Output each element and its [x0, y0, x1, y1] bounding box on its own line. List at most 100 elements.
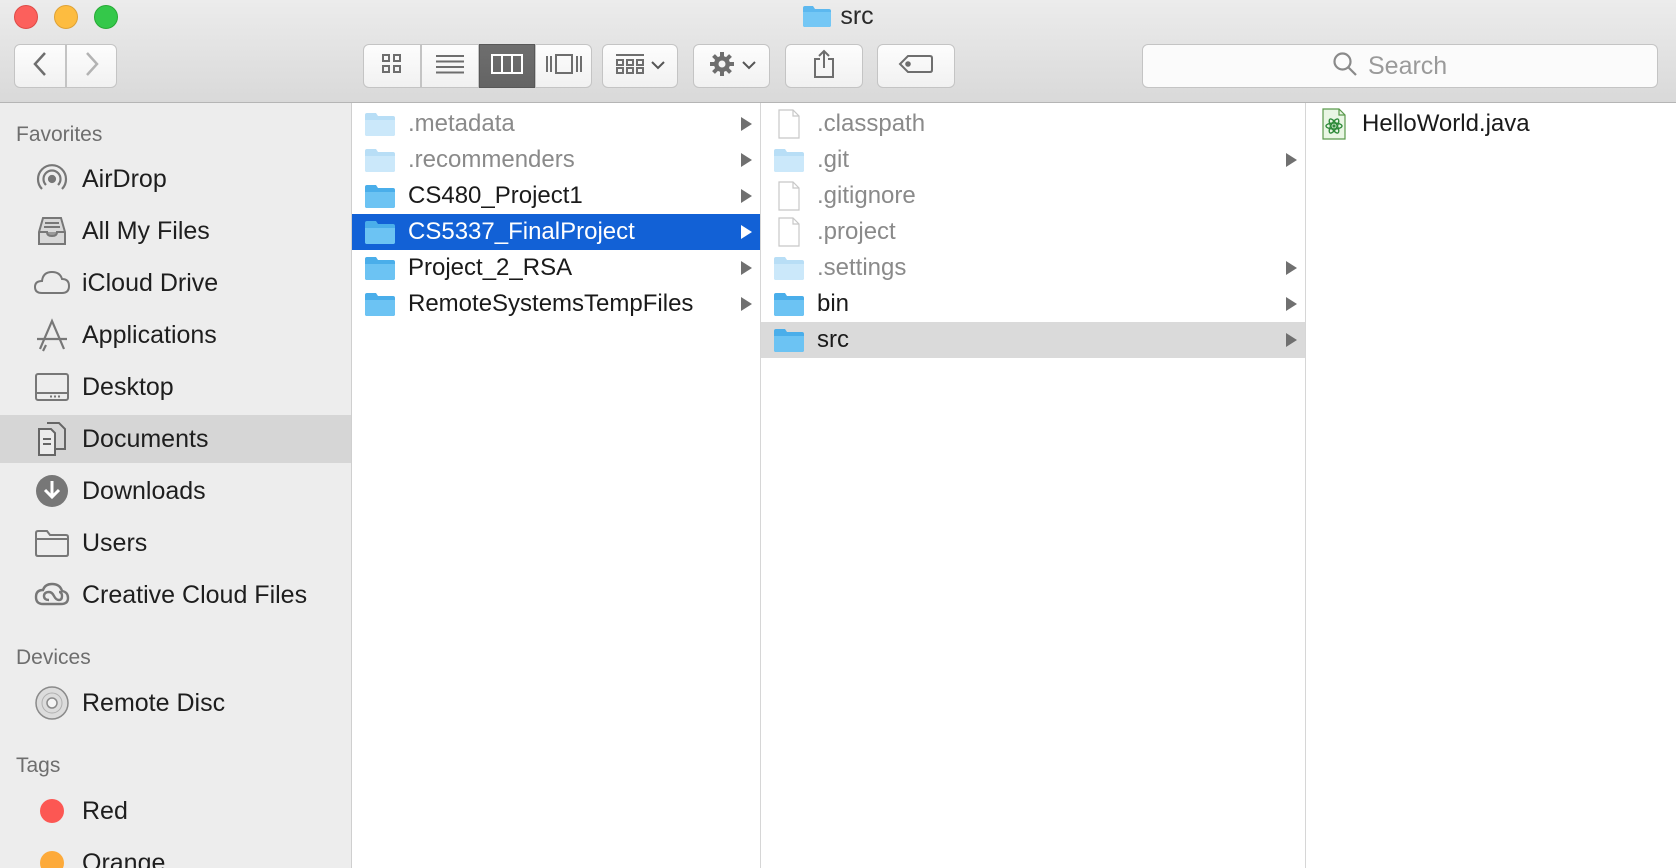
item-label: CS5337_FinalProject — [408, 218, 635, 245]
gear-icon — [708, 50, 736, 83]
sidebar-item-label: iCloud Drive — [82, 268, 219, 297]
edit-tags-button[interactable] — [877, 44, 955, 88]
sidebar-tag-red[interactable]: Red — [0, 787, 351, 835]
document-icon — [773, 109, 805, 139]
creative-cloud-icon — [33, 576, 71, 614]
sidebar-item-label: Desktop — [82, 372, 174, 401]
sidebar-item-users[interactable]: Users — [0, 519, 351, 567]
item-label: .gitignore — [817, 182, 916, 209]
sidebar: Favorites AirDrop All My Files iCloud Dr… — [0, 103, 352, 868]
sidebar-item-creative-cloud-files[interactable]: Creative Cloud Files — [0, 571, 351, 619]
folder-icon — [802, 4, 832, 35]
list-icon — [435, 53, 465, 80]
sidebar-item-downloads[interactable]: Downloads — [0, 467, 351, 515]
folder-item-recommenders[interactable]: .recommenders — [352, 142, 760, 178]
disclosure-arrow-icon — [741, 261, 752, 275]
sidebar-item-label: Downloads — [82, 476, 206, 505]
folder-item-src[interactable]: src — [761, 322, 1305, 358]
sidebar-item-label: Remote Disc — [82, 688, 226, 717]
file-item-project[interactable]: .project — [761, 214, 1305, 250]
disclosure-arrow-icon — [741, 297, 752, 311]
list-view-button[interactable] — [421, 44, 479, 88]
downloads-icon — [33, 472, 71, 510]
sidebar-item-all-my-files[interactable]: All My Files — [0, 207, 351, 255]
desktop-icon — [33, 368, 71, 406]
java-file-icon — [1318, 108, 1350, 140]
tag-icon — [898, 54, 934, 79]
item-label: .recommenders — [408, 146, 575, 173]
search-icon — [1332, 51, 1358, 82]
share-button[interactable] — [785, 44, 863, 88]
folder-item-settings[interactable]: .settings — [761, 250, 1305, 286]
file-item-helloworld-java[interactable]: HelloWorld.java — [1306, 106, 1676, 142]
item-label: Project_2_RSA — [408, 254, 573, 281]
airdrop-icon — [33, 160, 71, 198]
columns-icon — [491, 53, 523, 80]
disclosure-arrow-icon — [741, 153, 752, 167]
folder-icon — [773, 326, 805, 354]
item-label: .settings — [817, 254, 907, 281]
folder-item-cs5337-finalproject[interactable]: CS5337_FinalProject — [352, 214, 760, 250]
forward-button[interactable] — [66, 44, 117, 88]
folder-item-git[interactable]: .git — [761, 142, 1305, 178]
chevron-left-icon — [32, 51, 48, 82]
item-label: .metadata — [408, 110, 515, 137]
column-view-button[interactable] — [479, 44, 535, 88]
file-item-classpath[interactable]: .classpath — [761, 106, 1305, 142]
folder-item-metadata[interactable]: .metadata — [352, 106, 760, 142]
folder-icon — [773, 254, 805, 282]
folder-icon — [364, 290, 396, 318]
sidebar-item-documents[interactable]: Documents — [0, 415, 351, 463]
applications-icon — [33, 316, 71, 354]
cover-flow-icon — [545, 53, 583, 80]
folder-icon — [773, 146, 805, 174]
sidebar-item-label: Applications — [82, 320, 217, 349]
disclosure-arrow-icon — [741, 225, 752, 239]
tag-color-dot-icon — [33, 844, 71, 868]
devices-header: Devices — [16, 646, 91, 669]
folder-item-cs480-project1[interactable]: CS480_Project1 — [352, 178, 760, 214]
documents-icon — [33, 420, 71, 458]
file-item-gitignore[interactable]: .gitignore — [761, 178, 1305, 214]
search-field[interactable] — [1142, 44, 1658, 88]
folder-icon — [33, 524, 71, 562]
cloud-icon — [33, 264, 71, 302]
sidebar-item-label: Red — [82, 796, 128, 825]
back-button[interactable] — [14, 44, 66, 88]
disclosure-arrow-icon — [741, 189, 752, 203]
item-label: CS480_Project1 — [408, 182, 583, 209]
sidebar-item-label: Orange — [82, 848, 166, 868]
arrange-button[interactable] — [602, 44, 678, 88]
grid-icon — [381, 53, 403, 80]
item-label: .project — [817, 218, 896, 245]
icon-view-button[interactable] — [363, 44, 421, 88]
chevron-right-icon — [84, 51, 100, 82]
window-title-text: src — [840, 2, 874, 30]
sidebar-item-applications[interactable]: Applications — [0, 311, 351, 359]
folder-icon — [364, 254, 396, 282]
search-input[interactable] — [1368, 51, 1468, 81]
disclosure-arrow-icon — [1286, 153, 1297, 167]
sidebar-item-remote-disc[interactable]: Remote Disc — [0, 679, 351, 727]
disclosure-arrow-icon — [1286, 261, 1297, 275]
folder-item-remotesystemstempfiles[interactable]: RemoteSystemsTempFiles — [352, 286, 760, 322]
sidebar-item-label: AirDrop — [82, 164, 167, 193]
item-label: RemoteSystemsTempFiles — [408, 290, 694, 317]
document-icon — [773, 217, 805, 247]
folder-item-bin[interactable]: bin — [761, 286, 1305, 322]
item-label: .classpath — [817, 110, 926, 137]
item-label: bin — [817, 290, 850, 317]
sidebar-item-label: Users — [82, 528, 148, 557]
favorites-header: Favorites — [16, 123, 103, 146]
disclosure-arrow-icon — [1286, 297, 1297, 311]
sidebar-item-icloud-drive[interactable]: iCloud Drive — [0, 259, 351, 307]
folder-item-project-2-rsa[interactable]: Project_2_RSA — [352, 250, 760, 286]
sidebar-tag-orange[interactable]: Orange — [0, 839, 351, 868]
disclosure-arrow-icon — [741, 117, 752, 131]
sidebar-item-airdrop[interactable]: AirDrop — [0, 155, 351, 203]
action-menu-button[interactable] — [693, 44, 770, 88]
sidebar-item-desktop[interactable]: Desktop — [0, 363, 351, 411]
cover-flow-view-button[interactable] — [535, 44, 592, 88]
chevron-down-icon — [741, 57, 756, 75]
item-label: src — [817, 326, 849, 353]
